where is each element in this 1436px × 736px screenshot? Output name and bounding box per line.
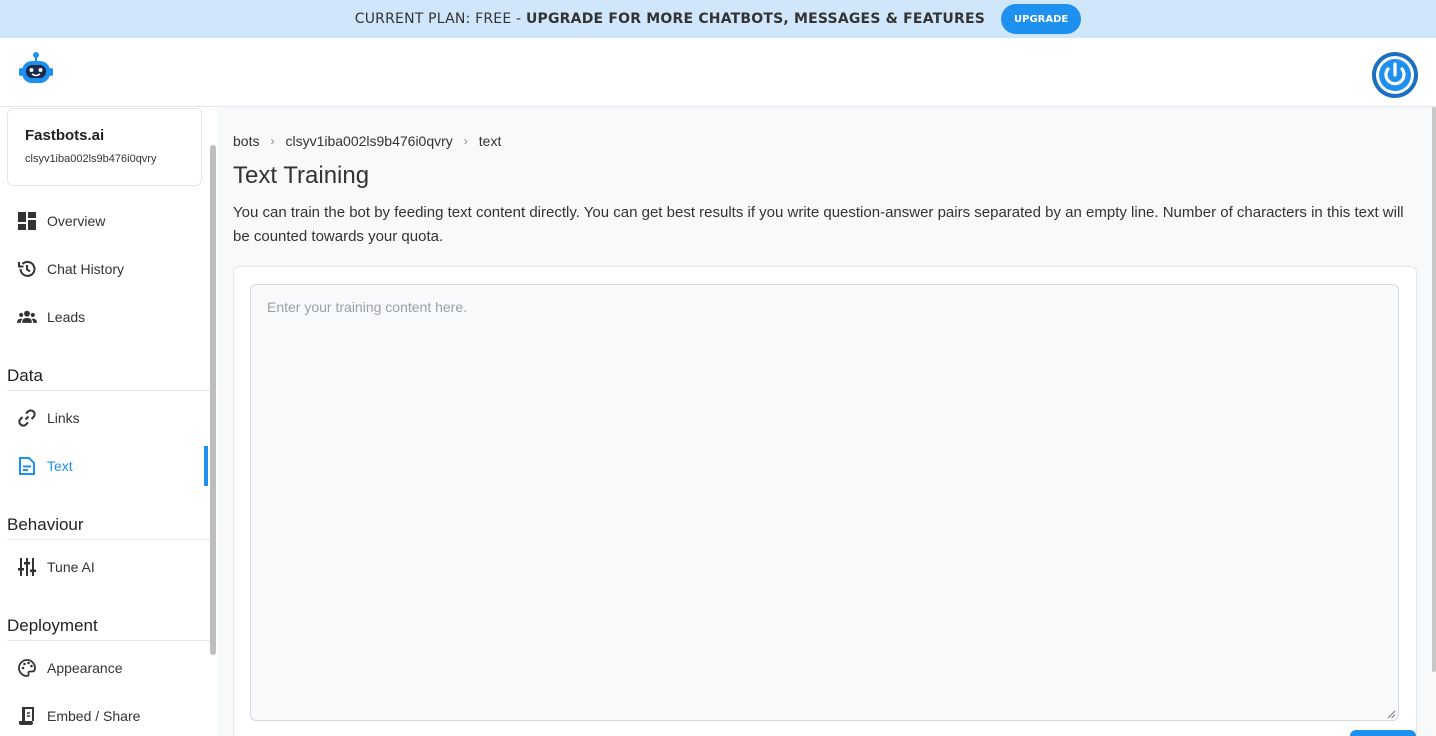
bot-name: Fastbots.ai bbox=[25, 127, 105, 144]
bot-id: clsyv1iba002ls9b476i0qvry bbox=[25, 153, 157, 165]
sidebar-item-label: Appearance bbox=[47, 660, 123, 676]
page-title: Text Training bbox=[233, 162, 370, 189]
page-scrollbar[interactable] bbox=[1432, 107, 1436, 672]
sidebar-item-chat-history[interactable]: Chat History bbox=[0, 249, 208, 289]
sidebar-item-label: Embed / Share bbox=[47, 708, 141, 724]
history-icon bbox=[18, 260, 36, 277]
sidebar-item-appearance[interactable]: Appearance bbox=[0, 648, 208, 688]
sidebar-item-tune-ai[interactable]: Tune AI bbox=[0, 547, 208, 587]
breadcrumb-item-bot-id[interactable]: clsyv1iba002ls9b476i0qvry bbox=[285, 133, 452, 149]
section-title-deployment: Deployment bbox=[7, 616, 211, 641]
training-card bbox=[233, 266, 1417, 736]
main-content: bots › clsyv1iba002ls9b476i0qvry › text … bbox=[217, 107, 1436, 736]
sidebar-item-embed-share[interactable]: Embed / Share bbox=[0, 696, 208, 736]
sidebar-item-links[interactable]: Links bbox=[0, 398, 208, 438]
sidebar-item-label: Tune AI bbox=[47, 559, 95, 575]
power-icon[interactable] bbox=[1371, 51, 1419, 99]
sliders-icon bbox=[18, 558, 36, 576]
grid-icon bbox=[18, 212, 36, 230]
submit-button[interactable] bbox=[1350, 730, 1416, 736]
breadcrumb: bots › clsyv1iba002ls9b476i0qvry › text bbox=[233, 133, 501, 149]
training-content-input[interactable] bbox=[250, 284, 1399, 721]
users-icon bbox=[17, 310, 37, 323]
robot-logo-icon[interactable] bbox=[17, 51, 55, 89]
sidebar-item-label: Text bbox=[47, 458, 73, 474]
page-description: You can train the bot by feeding text co… bbox=[233, 204, 1404, 245]
link-icon bbox=[18, 409, 36, 427]
plan-banner: CURRENT PLAN: FREE - UPGRADE FOR MORE CH… bbox=[0, 0, 1436, 38]
document-icon bbox=[19, 457, 35, 475]
sidebar-item-text[interactable]: Text bbox=[0, 446, 208, 486]
resize-grip-icon[interactable] bbox=[1386, 709, 1396, 719]
sidebar-item-label: Leads bbox=[47, 309, 86, 325]
upgrade-message: UPGRADE FOR MORE CHATBOTS, MESSAGES & FE… bbox=[525, 11, 985, 27]
sidebar-item-label: Links bbox=[47, 410, 80, 426]
sidebar-item-leads[interactable]: Leads bbox=[0, 297, 208, 337]
app-header bbox=[0, 38, 1436, 107]
banner-text: CURRENT PLAN: FREE - UPGRADE FOR MORE CH… bbox=[355, 11, 985, 27]
plan-label: CURRENT PLAN: FREE - bbox=[354, 11, 526, 27]
chevron-right-icon: › bbox=[270, 134, 275, 148]
sidebar-item-label: Chat History bbox=[47, 261, 125, 277]
bot-card[interactable]: Fastbots.ai clsyv1iba002ls9b476i0qvry bbox=[7, 108, 202, 186]
sidebar: Fastbots.ai clsyv1iba002ls9b476i0qvry Ov… bbox=[0, 107, 211, 736]
chevron-right-icon: › bbox=[463, 134, 468, 148]
palette-icon bbox=[18, 659, 36, 677]
sidebar-item-overview[interactable]: Overview bbox=[0, 201, 208, 241]
sidebar-item-label: Overview bbox=[47, 213, 106, 229]
upgrade-button[interactable]: UPGRADE bbox=[1001, 4, 1082, 34]
breadcrumb-item-bots[interactable]: bots bbox=[233, 133, 259, 149]
breadcrumb-item-text: text bbox=[478, 133, 502, 149]
sidebar-scrollbar[interactable] bbox=[210, 145, 216, 655]
section-title-behaviour: Behaviour bbox=[7, 515, 211, 540]
section-title-data: Data bbox=[7, 366, 211, 391]
scroll-icon bbox=[19, 707, 34, 725]
